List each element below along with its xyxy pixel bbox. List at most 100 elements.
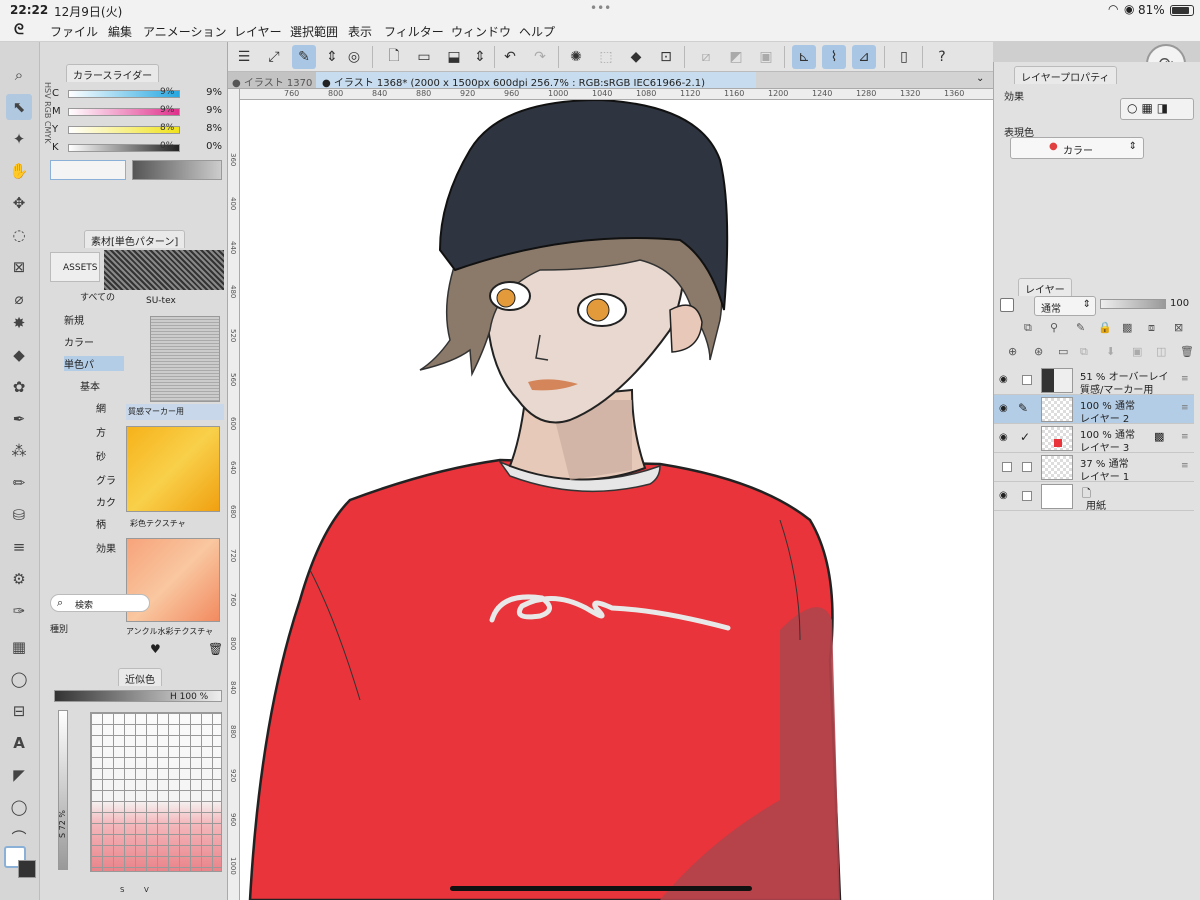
pencil-icon[interactable]: ✏ bbox=[6, 470, 32, 496]
eye-icon[interactable]: ◉ bbox=[999, 403, 1008, 414]
material-thumb-watercolor[interactable] bbox=[126, 426, 220, 512]
open-folder-icon[interactable]: ▭ bbox=[412, 45, 436, 69]
material-folder-gradation[interactable]: グラ bbox=[96, 472, 116, 487]
frame-icon[interactable]: ⊟ bbox=[6, 698, 32, 724]
layer-row[interactable]: ◉ ✎ 100 % 通常 レイヤー 2 ≡ bbox=[994, 395, 1194, 425]
redo-icon[interactable]: ↷ bbox=[528, 45, 552, 69]
document-tab-inactive[interactable]: ● イラスト 1370 bbox=[228, 72, 316, 88]
menu-window[interactable]: ウィンドウ bbox=[451, 23, 511, 40]
convert-layer-icon[interactable]: ◫ bbox=[1156, 345, 1166, 358]
all-materials-link[interactable]: すべての bbox=[80, 290, 115, 303]
chevron-updown-icon[interactable]: ⇕ bbox=[320, 45, 344, 69]
eyedropper-icon[interactable]: ⌀ bbox=[6, 286, 32, 312]
layer-property-tab[interactable]: レイヤープロパティ bbox=[1014, 66, 1117, 84]
material-folder-sand[interactable]: 砂 bbox=[96, 448, 106, 463]
material-thumb-sutex[interactable] bbox=[150, 316, 220, 402]
new-vector-layer-icon[interactable]: ⊛ bbox=[1034, 345, 1043, 358]
mask-disable-icon[interactable]: ⊠ bbox=[1174, 321, 1183, 334]
menu-selection[interactable]: 選択範囲 bbox=[290, 23, 338, 40]
layer-tab[interactable]: レイヤー bbox=[1018, 278, 1072, 296]
hamburger-menu-icon[interactable]: ☰ bbox=[232, 45, 256, 69]
fill-bucket-icon[interactable]: ⛁ bbox=[6, 502, 32, 528]
material-folder-new[interactable]: 新規 bbox=[64, 312, 84, 327]
hidden-eye-box[interactable] bbox=[1002, 462, 1012, 472]
layer-check[interactable] bbox=[1022, 491, 1032, 501]
menu-help[interactable]: ヘルプ bbox=[519, 23, 555, 40]
disabled-tool-1-icon[interactable]: ⧄ bbox=[694, 45, 718, 69]
device-icon[interactable]: ▯ bbox=[892, 45, 916, 69]
delete-layer-icon[interactable]: 🗑 bbox=[1180, 345, 1194, 358]
assets-button[interactable]: ASSETS bbox=[50, 252, 100, 282]
home-indicator[interactable] bbox=[450, 886, 752, 891]
color-slider-tab[interactable]: カラースライダー bbox=[66, 64, 160, 82]
sub-color-swatch[interactable] bbox=[18, 860, 36, 878]
operation-icon[interactable]: ⬉ bbox=[6, 94, 32, 120]
drawing-canvas[interactable] bbox=[240, 100, 993, 900]
draft-icon[interactable]: ✎ bbox=[1076, 321, 1085, 334]
trash-icon[interactable]: 🗑 bbox=[208, 642, 223, 656]
material-folder-effect[interactable]: 効果 bbox=[96, 540, 116, 555]
blend-icon[interactable]: ✸ bbox=[6, 310, 32, 336]
ellipse-icon[interactable]: ◯ bbox=[6, 666, 32, 692]
slider-c[interactable]: C 9% 9% bbox=[52, 86, 228, 102]
menu-layer[interactable]: レイヤー bbox=[234, 23, 282, 40]
copy-layer-icon[interactable]: ⧉ bbox=[1080, 345, 1088, 359]
lock-transparent-icon[interactable]: ▩ bbox=[1122, 321, 1132, 334]
blend-mode-select[interactable]: 通常 ⇕ bbox=[1034, 296, 1096, 316]
zoom-icon[interactable]: ⌕ bbox=[6, 62, 32, 88]
line-snap-icon[interactable]: ⊿ bbox=[852, 45, 876, 69]
saturation-slider[interactable] bbox=[58, 710, 68, 870]
layer-menu-icon[interactable]: ≡ bbox=[1181, 374, 1189, 384]
effect-buttons[interactable]: ○▦◨ bbox=[1120, 98, 1194, 120]
menu-file[interactable]: ファイル bbox=[50, 23, 98, 40]
layer-menu-icon[interactable]: ≡ bbox=[1181, 403, 1189, 413]
disabled-tool-3-icon[interactable]: ▣ bbox=[754, 45, 778, 69]
lasso-icon[interactable]: ◌ bbox=[6, 222, 32, 248]
pen-pressure-icon[interactable]: ✎ bbox=[292, 45, 316, 69]
transform-icon[interactable]: ⊡ bbox=[654, 45, 678, 69]
balloon-tail-icon[interactable]: ◤ bbox=[6, 762, 32, 788]
menu-animation[interactable]: アニメーション bbox=[143, 23, 227, 40]
layer-menu-icon[interactable]: ≡ bbox=[1181, 432, 1189, 442]
material-folder-direction[interactable]: 方 bbox=[96, 424, 106, 439]
eye-icon[interactable]: ◉ bbox=[999, 374, 1008, 385]
slider-m[interactable]: M 9% 9% bbox=[52, 104, 228, 120]
move-icon[interactable]: ✥ bbox=[6, 190, 32, 216]
slider-k[interactable]: K 0% 0% bbox=[52, 140, 228, 156]
new-file-icon[interactable]: 🗋 bbox=[382, 45, 406, 69]
approx-color-tab[interactable]: 近似色 bbox=[118, 668, 162, 686]
eye-icon[interactable]: ◉ bbox=[999, 432, 1008, 443]
chevron-updown-icon-2[interactable]: ⇕ bbox=[468, 45, 492, 69]
fill-icon[interactable]: ◆ bbox=[624, 45, 648, 69]
merge-layer-icon[interactable]: ⬇ bbox=[1106, 345, 1115, 358]
multitask-dots[interactable]: ••• bbox=[590, 1, 611, 15]
lock-icon[interactable]: 🔒 bbox=[1098, 321, 1112, 334]
text-icon[interactable]: A bbox=[6, 730, 32, 756]
menu-view[interactable]: 表示 bbox=[348, 23, 372, 40]
material-tab[interactable]: 素材[単色パターン] bbox=[84, 230, 186, 248]
menu-filter[interactable]: フィルター bbox=[384, 23, 444, 40]
document-tab-active[interactable]: ● イラスト 1368* (2000 x 1500px 600dpi 256.7… bbox=[316, 72, 756, 88]
layer-row[interactable]: ◉ 51 % オーバーレイ 質感/マーカー用 ≡ bbox=[994, 366, 1194, 396]
checkmark-icon[interactable]: ✓ bbox=[1020, 430, 1030, 444]
color-slider-side-tabs[interactable]: HSV RGB CMYK bbox=[40, 82, 52, 152]
material-folder-net[interactable]: 網 bbox=[96, 400, 106, 415]
undo-icon[interactable]: ↶ bbox=[498, 45, 522, 69]
pen-icon[interactable]: ✒ bbox=[6, 406, 32, 432]
layer-check[interactable] bbox=[1022, 375, 1032, 385]
layer-row[interactable]: 37 % 通常 レイヤー 1 ≡ bbox=[994, 453, 1194, 483]
vector-pen-icon[interactable]: ✑ bbox=[6, 598, 32, 624]
gear-icon[interactable]: ⚙ bbox=[6, 566, 32, 592]
material-search-input[interactable]: ⌕ 検索 bbox=[50, 594, 150, 612]
material-folder-pattern[interactable]: 柄 bbox=[96, 516, 106, 531]
crop-icon[interactable]: ⊠ bbox=[6, 254, 32, 280]
layer-color-toggle[interactable] bbox=[1000, 298, 1014, 312]
disabled-tool-2-icon[interactable]: ◩ bbox=[724, 45, 748, 69]
hand-icon[interactable]: ✋ bbox=[6, 158, 32, 184]
approx-color-grid[interactable] bbox=[90, 712, 222, 872]
material-thumbnail-row[interactable] bbox=[104, 250, 224, 290]
chevron-down-icon[interactable]: ⌄ bbox=[976, 73, 984, 84]
spray-icon[interactable]: ⁂ bbox=[6, 438, 32, 464]
spiral-icon[interactable]: ◎ bbox=[342, 45, 366, 69]
menu-edit[interactable]: 編集 bbox=[108, 23, 132, 40]
